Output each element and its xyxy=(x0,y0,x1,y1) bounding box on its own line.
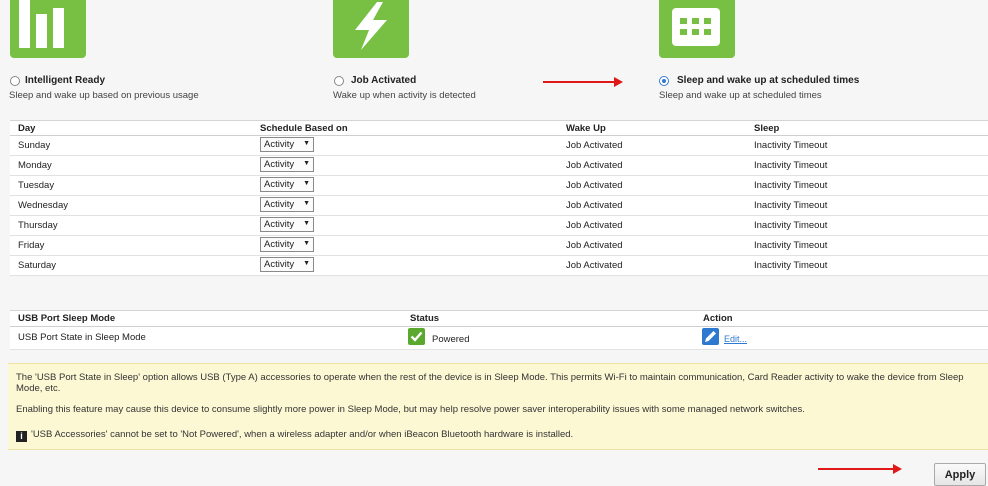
schedule-select[interactable]: Activity ▼ xyxy=(260,177,314,192)
schedule-header-row: Day Schedule Based on Wake Up Sleep xyxy=(10,121,988,136)
job-activated-desc: Wake up when activity is detected xyxy=(333,90,476,101)
usb-state-label: USB Port State in Sleep Mode xyxy=(18,332,146,343)
schedule-select[interactable]: Activity ▼ xyxy=(260,237,314,252)
schedule-select[interactable]: Activity ▼ xyxy=(260,217,314,232)
bar-chart-icon xyxy=(10,0,86,58)
info-paragraph-3-text: 'USB Accessories' cannot be set to 'Not … xyxy=(31,429,574,440)
select-value: Activity xyxy=(264,179,295,190)
day-cell: Sunday xyxy=(18,140,51,151)
info-paragraph-2: Enabling this feature may cause this dev… xyxy=(16,404,805,415)
table-row: Thursday Activity ▼ Job Activated Inactiv… xyxy=(10,216,988,236)
header-wake-up: Wake Up xyxy=(566,123,606,134)
lightning-icon xyxy=(333,0,409,58)
table-row: Monday Activity ▼ Job Activated Inactivit… xyxy=(10,156,988,176)
caret-down-icon: ▼ xyxy=(303,180,310,187)
job-activated-title: Job Activated xyxy=(351,75,417,86)
intelligent-ready-radio[interactable] xyxy=(10,76,20,86)
header-usb-sleep-mode: USB Port Sleep Mode xyxy=(18,313,116,324)
sleep-cell: Inactivity Timeout xyxy=(754,200,828,211)
wake-cell: Job Activated xyxy=(566,240,623,251)
wake-cell: Job Activated xyxy=(566,220,623,231)
schedule-table: Day Schedule Based on Wake Up Sleep Sund… xyxy=(10,120,988,276)
header-schedule-based-on: Schedule Based on xyxy=(260,123,348,134)
schedule-select[interactable]: Activity ▼ xyxy=(260,257,314,272)
red-arrow-annotation xyxy=(543,77,623,87)
usb-header-row: USB Port Sleep Mode Status Action xyxy=(10,310,988,327)
apply-button[interactable]: Apply xyxy=(934,463,986,486)
caret-down-icon: ▼ xyxy=(303,220,310,227)
header-status: Status xyxy=(410,313,440,324)
sleep-cell: Inactivity Timeout xyxy=(754,220,828,231)
checkmark-icon xyxy=(408,328,425,345)
pencil-icon[interactable] xyxy=(702,328,719,345)
day-cell: Tuesday xyxy=(18,180,55,191)
day-cell: Monday xyxy=(18,160,52,171)
sleep-cell: Inactivity Timeout xyxy=(754,240,828,251)
table-row: USB Port State in Sleep Mode Powered Edi… xyxy=(10,327,988,350)
caret-down-icon: ▼ xyxy=(303,260,310,267)
table-row: Saturday Activity ▼ Job Activated Inactiv… xyxy=(10,256,988,276)
select-value: Activity xyxy=(264,259,295,270)
header-sleep: Sleep xyxy=(754,123,780,134)
day-cell: Thursday xyxy=(18,220,58,231)
schedule-select[interactable]: Activity ▼ xyxy=(260,137,314,152)
select-value: Activity xyxy=(264,239,295,250)
table-row: Friday Activity ▼ Job Activated Inactivit… xyxy=(10,236,988,256)
wake-cell: Job Activated xyxy=(566,180,623,191)
info-paragraph-3: i 'USB Accessories' cannot be set to 'Not… xyxy=(16,429,976,442)
intelligent-ready-desc: Sleep and wake up based on previous usag… xyxy=(9,90,199,101)
select-value: Activity xyxy=(264,199,295,210)
info-notice: The 'USB Port State in Sleep' option all… xyxy=(8,363,988,450)
day-cell: Wednesday xyxy=(18,200,68,211)
wake-cell: Job Activated xyxy=(566,260,623,271)
header-action: Action xyxy=(703,313,733,324)
wake-cell: Job Activated xyxy=(566,160,623,171)
schedule-select[interactable]: Activity ▼ xyxy=(260,157,314,172)
table-row: Sunday Activity ▼ Job Activated Inactivit… xyxy=(10,136,988,156)
info-paragraph-1: The 'USB Port State in Sleep' option all… xyxy=(16,372,964,394)
table-row: Tuesday Activity ▼ Job Activated Inactivi… xyxy=(10,176,988,196)
select-value: Activity xyxy=(264,219,295,230)
info-icon: i xyxy=(16,431,27,442)
caret-down-icon: ▼ xyxy=(303,200,310,207)
sleep-cell: Inactivity Timeout xyxy=(754,160,828,171)
usb-port-table: USB Port Sleep Mode Status Action USB Po… xyxy=(10,310,988,350)
scheduled-times-desc: Sleep and wake up at scheduled times xyxy=(659,90,822,101)
scheduled-times-title: Sleep and wake up at scheduled times xyxy=(677,75,860,86)
select-value: Activity xyxy=(264,159,295,170)
table-row: Wednesday Activity ▼ Job Activated Inacti… xyxy=(10,196,988,216)
intelligent-ready-title: Intelligent Ready xyxy=(25,75,106,86)
wake-cell: Job Activated xyxy=(566,140,623,151)
calendar-icon xyxy=(659,0,735,58)
select-value: Activity xyxy=(264,139,295,150)
schedule-select[interactable]: Activity ▼ xyxy=(260,197,314,212)
sleep-cell: Inactivity Timeout xyxy=(754,140,828,151)
status-powered: Powered xyxy=(432,334,470,345)
sleep-cell: Inactivity Timeout xyxy=(754,260,828,271)
day-cell: Friday xyxy=(18,240,45,251)
caret-down-icon: ▼ xyxy=(303,160,310,167)
day-cell: Saturday xyxy=(18,260,57,271)
sleep-cell: Inactivity Timeout xyxy=(754,180,828,191)
wake-cell: Job Activated xyxy=(566,200,623,211)
caret-down-icon: ▼ xyxy=(303,140,310,147)
header-day: Day xyxy=(18,123,36,134)
red-arrow-annotation xyxy=(818,464,902,474)
scheduled-times-radio[interactable] xyxy=(659,76,669,86)
caret-down-icon: ▼ xyxy=(303,240,310,247)
edit-link[interactable]: Edit... xyxy=(724,334,747,344)
job-activated-radio[interactable] xyxy=(334,76,344,86)
